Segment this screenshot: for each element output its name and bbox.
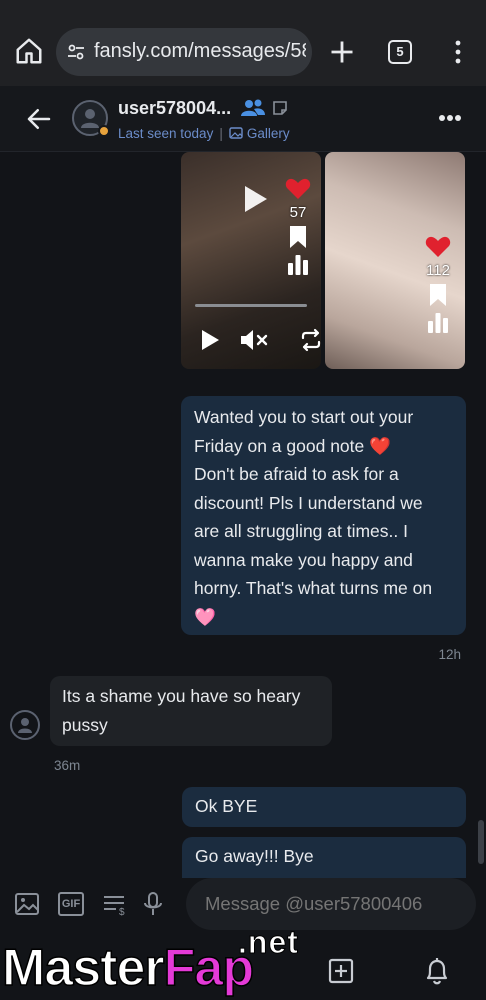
browser-toolbar: fansly.com/messages/58 5	[0, 0, 486, 86]
like-count: 57	[289, 204, 307, 221]
outgoing-message[interactable]: Go away!!! Bye	[182, 837, 466, 878]
stats-bars-icon[interactable]	[287, 253, 309, 275]
play-overlay-icon[interactable]	[237, 182, 271, 216]
watermark: .net MasterFap	[0, 924, 310, 1000]
gallery-label[interactable]: Gallery	[247, 126, 290, 141]
notifications-bell-icon[interactable]	[424, 956, 450, 986]
like-count: 112	[426, 262, 450, 279]
back-arrow-icon[interactable]	[24, 104, 54, 134]
video-seek-bar[interactable]	[195, 304, 307, 307]
message-line: horny. That's what turns me on	[194, 578, 433, 598]
outgoing-message[interactable]: Wanted you to start out your Friday on a…	[181, 396, 466, 635]
outgoing-message[interactable]: Ok BYE	[182, 787, 466, 827]
chat-username[interactable]: user578004...	[118, 98, 231, 119]
message-line: wanna make you happy and	[194, 549, 413, 570]
media-tile-video[interactable]: 57	[181, 152, 321, 369]
like-heart-icon[interactable]	[425, 236, 451, 258]
chat-header: user578004... Last seen today | Gallery	[0, 86, 486, 152]
media-tile-image[interactable]: 112	[325, 152, 465, 369]
message-timestamp: 12h	[438, 647, 461, 662]
play-icon[interactable]	[199, 328, 221, 352]
microphone-icon[interactable]	[140, 892, 166, 916]
overflow-menu-icon[interactable]	[446, 38, 470, 66]
new-tab-icon[interactable]	[328, 38, 356, 66]
red-heart-emoji: ❤️	[369, 435, 391, 456]
message-list[interactable]: 57 112 Wanted you to start out your Frid…	[0, 152, 486, 878]
message-line: Don't be afraid to ask for a	[194, 464, 399, 484]
avatar[interactable]	[72, 100, 110, 137]
pink-heart-emoji: 🩷	[194, 606, 216, 627]
tip-list-icon[interactable]: $	[102, 892, 128, 916]
message-line: pussy	[62, 714, 108, 735]
incoming-message[interactable]: Its a shame you have so heary pussy	[50, 676, 332, 746]
message-line: discount! Pls I understand we	[194, 492, 423, 513]
message-line: Wanted you to start out your	[194, 407, 414, 427]
last-seen-text: Last seen today	[118, 126, 214, 141]
group-icon[interactable]	[240, 98, 266, 118]
watermark-logo: MasterFap	[1, 938, 255, 998]
image-attach-icon[interactable]	[14, 892, 40, 916]
bookmark-icon[interactable]	[428, 283, 448, 307]
stats-bars-icon[interactable]	[427, 311, 449, 333]
user-silhouette-icon	[18, 718, 32, 733]
address-bar[interactable]: fansly.com/messages/58	[56, 28, 312, 76]
gallery-icon	[229, 127, 243, 139]
scrollbar[interactable]	[478, 820, 484, 864]
message-line: Friday on a good note ❤️	[194, 432, 453, 461]
watermark-left: Master	[1, 938, 165, 998]
bookmark-icon[interactable]	[288, 225, 308, 249]
svg-text:$: $	[119, 907, 125, 916]
message-input[interactable]	[186, 878, 476, 930]
media-stats: 112	[425, 236, 451, 333]
home-icon[interactable]	[14, 36, 44, 66]
status-away-dot	[98, 125, 110, 137]
message-text: Friday on a good note	[194, 435, 365, 456]
status-separator: |	[219, 126, 223, 141]
media-stats: 57	[285, 178, 311, 275]
mute-icon[interactable]	[239, 328, 269, 352]
note-icon[interactable]	[272, 100, 288, 116]
message-composer: GIF $	[0, 878, 486, 930]
more-options-icon[interactable]	[438, 114, 462, 122]
message-timestamp: 36m	[54, 758, 81, 773]
loop-icon[interactable]	[299, 328, 321, 352]
tab-switcher-button[interactable]: 5	[388, 40, 412, 64]
last-seen-status: Last seen today | Gallery	[118, 126, 290, 141]
site-settings-icon[interactable]	[66, 42, 86, 62]
add-post-icon[interactable]	[328, 958, 354, 984]
message-line: Its a shame you have so heary	[62, 686, 301, 706]
message-line: are all struggling at times.. I	[194, 521, 408, 541]
gallery-link[interactable]: Gallery	[229, 126, 290, 141]
url-text[interactable]: fansly.com/messages/58	[94, 40, 306, 63]
gif-button[interactable]: GIF	[58, 892, 84, 916]
sender-avatar[interactable]	[10, 710, 40, 740]
like-heart-icon[interactable]	[285, 178, 311, 200]
watermark-right: Fap	[163, 938, 255, 998]
